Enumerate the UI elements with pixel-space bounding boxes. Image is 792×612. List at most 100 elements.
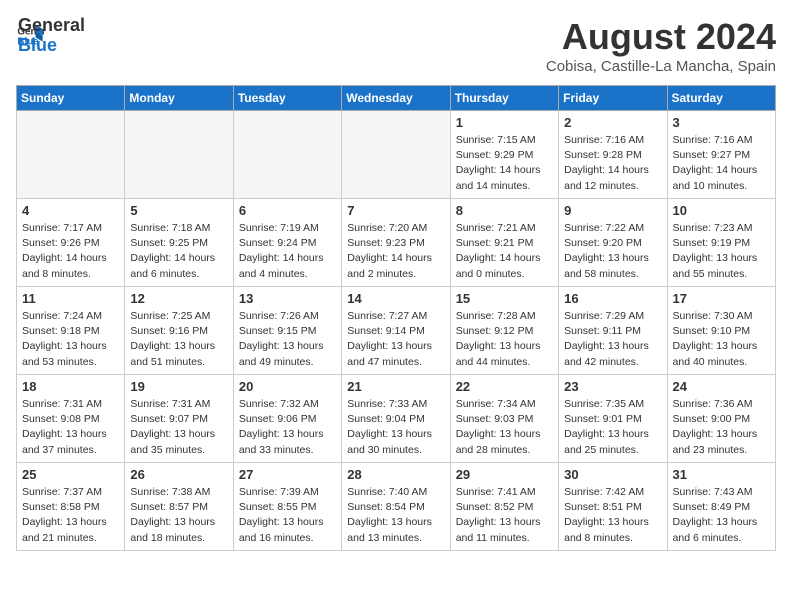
weekday-header-monday: Monday [125, 86, 233, 111]
day-info: Sunrise: 7:35 AM Sunset: 9:01 PM Dayligh… [564, 397, 661, 458]
weekday-header-wednesday: Wednesday [342, 86, 450, 111]
calendar-cell [342, 111, 450, 199]
calendar-cell: 3 Sunrise: 7:16 AM Sunset: 9:27 PM Daylig… [667, 111, 775, 199]
calendar-cell: 28 Sunrise: 7:40 AM Sunset: 8:54 PM Dayli… [342, 463, 450, 551]
weekday-header-tuesday: Tuesday [233, 86, 341, 111]
day-number: 27 [239, 467, 336, 482]
day-number: 8 [456, 203, 553, 218]
day-number: 22 [456, 379, 553, 394]
calendar-cell: 12Sunrise: 7:25 AM Sunset: 9:16 PM Dayli… [125, 287, 233, 375]
day-number: 3 [673, 115, 770, 130]
calendar-week-2: 4Sunrise: 7:17 AM Sunset: 9:26 PM Daylig… [17, 199, 776, 287]
weekday-header-sunday: Sunday [17, 86, 125, 111]
calendar-week-5: 25 Sunrise: 7:37 AM Sunset: 8:58 PM Dayli… [17, 463, 776, 551]
day-info: Sunrise: 7:20 AM Sunset: 9:23 PM Dayligh… [347, 221, 444, 282]
day-number: 29 [456, 467, 553, 482]
day-info: Sunrise: 7:33 AM Sunset: 9:04 PM Dayligh… [347, 397, 444, 458]
day-info: Sunrise: 7:16 AM Sunset: 9:28 PM Dayligh… [564, 133, 661, 194]
day-info: Sunrise: 7:28 AM Sunset: 9:12 PM Dayligh… [456, 309, 553, 370]
calendar-cell: 8 Sunrise: 7:21 AM Sunset: 9:21 PM Daylig… [450, 199, 558, 287]
day-info: Sunrise: 7:29 AM Sunset: 9:11 PM Dayligh… [564, 309, 661, 370]
day-info: Sunrise: 7:42 AM Sunset: 8:51 PM Dayligh… [564, 485, 661, 546]
day-number: 19 [130, 379, 227, 394]
day-info: Sunrise: 7:23 AM Sunset: 9:19 PM Dayligh… [673, 221, 770, 282]
day-info: Sunrise: 7:30 AM Sunset: 9:10 PM Dayligh… [673, 309, 770, 370]
calendar-cell: 14Sunrise: 7:27 AM Sunset: 9:14 PM Dayli… [342, 287, 450, 375]
day-number: 31 [673, 467, 770, 482]
day-number: 13 [239, 291, 336, 306]
day-number: 7 [347, 203, 444, 218]
calendar-cell: 27 Sunrise: 7:39 AM Sunset: 8:55 PM Dayli… [233, 463, 341, 551]
calendar-cell: 15Sunrise: 7:28 AM Sunset: 9:12 PM Dayli… [450, 287, 558, 375]
day-number: 30 [564, 467, 661, 482]
month-title: August 2024 [546, 16, 776, 58]
day-number: 1 [456, 115, 553, 130]
day-number: 12 [130, 291, 227, 306]
day-number: 9 [564, 203, 661, 218]
calendar-cell: 1 Sunrise: 7:15 AM Sunset: 9:29 PM Daylig… [450, 111, 558, 199]
day-info: Sunrise: 7:37 AM Sunset: 8:58 PM Dayligh… [22, 485, 119, 546]
calendar-cell: 4Sunrise: 7:17 AM Sunset: 9:26 PM Daylig… [17, 199, 125, 287]
day-number: 23 [564, 379, 661, 394]
calendar-cell [17, 111, 125, 199]
day-number: 11 [22, 291, 119, 306]
calendar-cell: 25 Sunrise: 7:37 AM Sunset: 8:58 PM Dayli… [17, 463, 125, 551]
calendar-cell: 20 Sunrise: 7:32 AM Sunset: 9:06 PM Dayli… [233, 375, 341, 463]
day-info: Sunrise: 7:22 AM Sunset: 9:20 PM Dayligh… [564, 221, 661, 282]
calendar-cell: 29 Sunrise: 7:41 AM Sunset: 8:52 PM Dayli… [450, 463, 558, 551]
calendar-cell: 22 Sunrise: 7:34 AM Sunset: 9:03 PM Dayli… [450, 375, 558, 463]
weekday-header-row: SundayMondayTuesdayWednesdayThursdayFrid… [17, 86, 776, 111]
day-number: 25 [22, 467, 119, 482]
day-number: 6 [239, 203, 336, 218]
page-header: General Blue General Blue August 2024 Co… [16, 16, 776, 75]
weekday-header-saturday: Saturday [667, 86, 775, 111]
title-area: August 2024 Cobisa, Castille-La Mancha, … [546, 16, 776, 75]
calendar-cell: 7 Sunrise: 7:20 AM Sunset: 9:23 PM Daylig… [342, 199, 450, 287]
day-info: Sunrise: 7:36 AM Sunset: 9:00 PM Dayligh… [673, 397, 770, 458]
calendar-cell: 18Sunrise: 7:31 AM Sunset: 9:08 PM Dayli… [17, 375, 125, 463]
calendar-cell: 13Sunrise: 7:26 AM Sunset: 9:15 PM Dayli… [233, 287, 341, 375]
calendar-cell: 26Sunrise: 7:38 AM Sunset: 8:57 PM Dayli… [125, 463, 233, 551]
calendar-cell [233, 111, 341, 199]
calendar-cell [125, 111, 233, 199]
calendar-cell: 16Sunrise: 7:29 AM Sunset: 9:11 PM Dayli… [559, 287, 667, 375]
day-info: Sunrise: 7:24 AM Sunset: 9:18 PM Dayligh… [22, 309, 119, 370]
day-info: Sunrise: 7:43 AM Sunset: 8:49 PM Dayligh… [673, 485, 770, 546]
day-number: 10 [673, 203, 770, 218]
calendar-cell: 5 Sunrise: 7:18 AM Sunset: 9:25 PM Daylig… [125, 199, 233, 287]
weekday-header-thursday: Thursday [450, 86, 558, 111]
calendar-cell: 11 Sunrise: 7:24 AM Sunset: 9:18 PM Dayli… [17, 287, 125, 375]
day-number: 5 [130, 203, 227, 218]
logo: General Blue General Blue [16, 16, 85, 56]
day-info: Sunrise: 7:31 AM Sunset: 9:07 PM Dayligh… [130, 397, 227, 458]
day-info: Sunrise: 7:32 AM Sunset: 9:06 PM Dayligh… [239, 397, 336, 458]
calendar-cell: 24 Sunrise: 7:36 AM Sunset: 9:00 PM Dayli… [667, 375, 775, 463]
day-info: Sunrise: 7:21 AM Sunset: 9:21 PM Dayligh… [456, 221, 553, 282]
day-info: Sunrise: 7:16 AM Sunset: 9:27 PM Dayligh… [673, 133, 770, 194]
weekday-header-friday: Friday [559, 86, 667, 111]
calendar-cell: 31 Sunrise: 7:43 AM Sunset: 8:49 PM Dayli… [667, 463, 775, 551]
calendar-cell: 23 Sunrise: 7:35 AM Sunset: 9:01 PM Dayli… [559, 375, 667, 463]
day-info: Sunrise: 7:15 AM Sunset: 9:29 PM Dayligh… [456, 133, 553, 194]
calendar-cell: 9 Sunrise: 7:22 AM Sunset: 9:20 PM Daylig… [559, 199, 667, 287]
day-info: Sunrise: 7:41 AM Sunset: 8:52 PM Dayligh… [456, 485, 553, 546]
day-number: 17 [673, 291, 770, 306]
day-number: 20 [239, 379, 336, 394]
day-number: 21 [347, 379, 444, 394]
day-info: Sunrise: 7:27 AM Sunset: 9:14 PM Dayligh… [347, 309, 444, 370]
day-info: Sunrise: 7:39 AM Sunset: 8:55 PM Dayligh… [239, 485, 336, 546]
day-info: Sunrise: 7:18 AM Sunset: 9:25 PM Dayligh… [130, 221, 227, 282]
logo-general: General [18, 16, 85, 36]
day-info: Sunrise: 7:34 AM Sunset: 9:03 PM Dayligh… [456, 397, 553, 458]
calendar-week-4: 18Sunrise: 7:31 AM Sunset: 9:08 PM Dayli… [17, 375, 776, 463]
location-subtitle: Cobisa, Castille-La Mancha, Spain [546, 58, 776, 75]
day-number: 4 [22, 203, 119, 218]
calendar-week-1: 1 Sunrise: 7:15 AM Sunset: 9:29 PM Daylig… [17, 111, 776, 199]
day-number: 24 [673, 379, 770, 394]
day-number: 2 [564, 115, 661, 130]
day-info: Sunrise: 7:31 AM Sunset: 9:08 PM Dayligh… [22, 397, 119, 458]
calendar-table: SundayMondayTuesdayWednesdayThursdayFrid… [16, 85, 776, 551]
calendar-cell: 10 Sunrise: 7:23 AM Sunset: 9:19 PM Dayli… [667, 199, 775, 287]
day-number: 28 [347, 467, 444, 482]
day-info: Sunrise: 7:40 AM Sunset: 8:54 PM Dayligh… [347, 485, 444, 546]
